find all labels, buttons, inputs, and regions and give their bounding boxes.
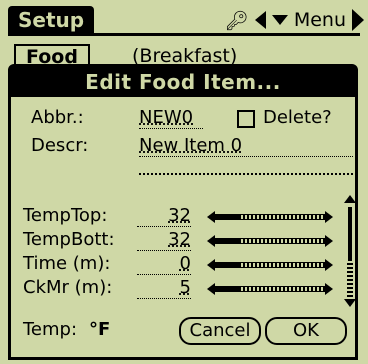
scroll-thumb[interactable] (348, 207, 352, 261)
slider-left-arrow-icon[interactable] (207, 235, 215, 247)
scroll-down-arrow-icon[interactable] (344, 299, 356, 307)
ckmr-slider[interactable] (207, 281, 333, 297)
descr-input[interactable]: New Item 0 (139, 135, 353, 157)
time-slider[interactable] (207, 257, 333, 273)
delete-label[interactable]: Delete? (263, 107, 332, 128)
vertical-scrollbar[interactable] (343, 195, 357, 307)
temp-unit-toggle[interactable]: °F (89, 319, 110, 340)
delete-checkbox[interactable] (237, 110, 255, 128)
scroll-up-arrow-icon[interactable] (344, 195, 356, 203)
slider-right-arrow-icon[interactable] (325, 211, 333, 223)
slider-left-arrow-icon[interactable] (207, 259, 215, 271)
cancel-button[interactable]: Cancel (179, 317, 261, 345)
tempbott-label: TempBott: (23, 229, 115, 250)
time-input[interactable]: 0 (137, 253, 191, 275)
title-bar-controls: 🔑︎ Menu (225, 6, 364, 34)
tempbott-slider[interactable] (207, 233, 333, 249)
ckmr-label: CkMr (m): (23, 277, 113, 298)
slider-left-arrow-icon[interactable] (207, 211, 215, 223)
temptop-label: TempTop: (23, 205, 108, 226)
temptop-slider[interactable] (207, 209, 333, 225)
food-value: (Breakfast) (132, 45, 238, 66)
prev-arrow-icon[interactable] (254, 11, 266, 29)
next-arrow-icon[interactable] (352, 9, 364, 31)
slider-right-arrow-icon[interactable] (325, 259, 333, 271)
tempbott-input[interactable]: 32 (137, 229, 191, 251)
slider-right-arrow-icon[interactable] (325, 283, 333, 295)
abbr-input[interactable]: NEW0 (139, 107, 203, 129)
time-label: Time (m): (23, 253, 111, 274)
abbr-label: Abbr.: (31, 107, 84, 128)
descr-label: Descr: (31, 135, 89, 156)
form-title: Setup (8, 6, 95, 34)
scroll-track[interactable] (347, 261, 353, 297)
menu-dropdown-icon[interactable] (271, 15, 288, 25)
menu-button[interactable]: Menu (294, 9, 346, 31)
ckmr-input[interactable]: 5 (137, 277, 191, 299)
slider-left-arrow-icon[interactable] (207, 283, 215, 295)
descr-input-line-2[interactable] (139, 173, 353, 175)
slider-right-arrow-icon[interactable] (325, 235, 333, 247)
key-icon[interactable]: 🔑︎ (225, 9, 249, 32)
edit-food-dialog: Edit Food Item... Abbr.: NEW0 Delete? De… (8, 64, 358, 360)
temp-label: Temp: (23, 319, 78, 340)
temptop-input[interactable]: 32 (137, 205, 191, 227)
palm-screen: Setup 🔑︎ Menu Food (Breakfast) Edit Food… (0, 0, 368, 364)
ok-button[interactable]: OK (265, 317, 347, 345)
dialog-title: Edit Food Item... (11, 67, 355, 97)
title-bar: Setup 🔑︎ Menu (0, 0, 368, 38)
